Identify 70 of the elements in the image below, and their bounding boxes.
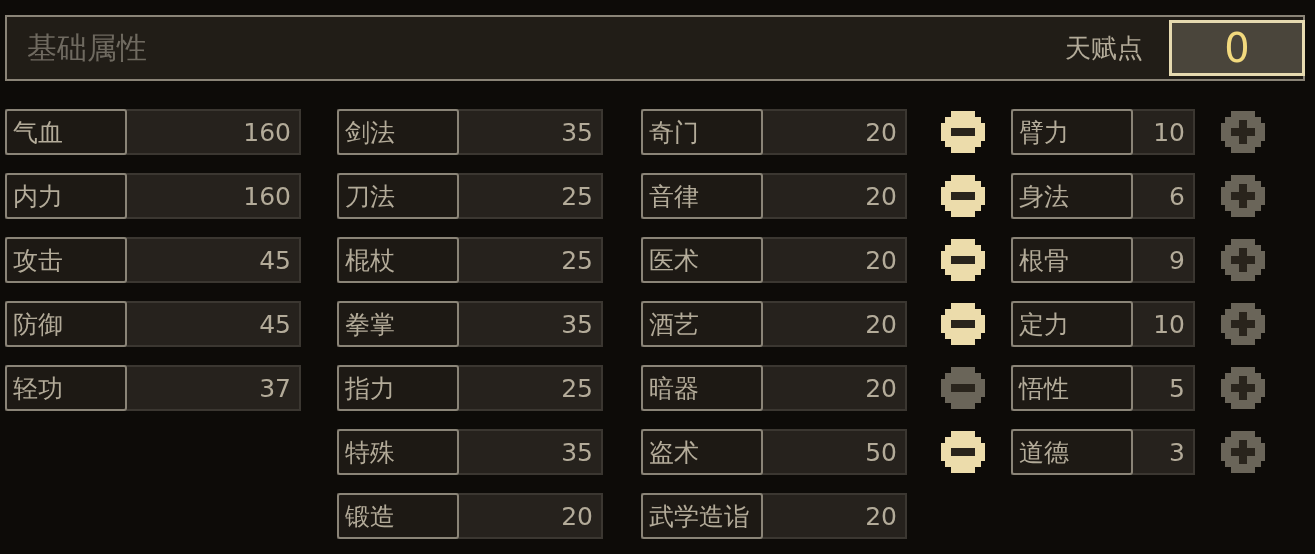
plus-icon <box>1219 429 1267 475</box>
stat-label: 盗术 <box>641 429 763 475</box>
plus-icon <box>1219 365 1267 411</box>
stat-value: 20 <box>864 116 898 149</box>
stat-value: 45 <box>258 308 292 341</box>
stat-value: 20 <box>864 372 898 405</box>
stat-label: 音律 <box>641 173 763 219</box>
minus-icon <box>939 237 987 283</box>
minus-button[interactable] <box>939 429 987 475</box>
stat-value: 5 <box>1168 372 1186 405</box>
stat-label: 酒艺 <box>641 301 763 347</box>
stat-value: 20 <box>560 500 594 533</box>
stat-label: 道德 <box>1011 429 1133 475</box>
stat-value: 20 <box>864 180 898 213</box>
stat-value: 20 <box>864 500 898 533</box>
minus-icon <box>939 173 987 219</box>
stat-label: 拳掌 <box>337 301 459 347</box>
stat-value: 9 <box>1168 244 1186 277</box>
minus-button[interactable] <box>939 301 987 347</box>
stat-label: 锻造 <box>337 493 459 539</box>
minus-button[interactable] <box>939 109 987 155</box>
stat-label: 刀法 <box>337 173 459 219</box>
stat-label: 奇门 <box>641 109 763 155</box>
stat-value: 45 <box>258 244 292 277</box>
stat-value: 160 <box>242 116 292 149</box>
stat-value: 160 <box>242 180 292 213</box>
plus-icon <box>1219 237 1267 283</box>
stat-value: 35 <box>560 116 594 149</box>
stat-value: 25 <box>560 244 594 277</box>
stat-label: 指力 <box>337 365 459 411</box>
minus-icon <box>939 429 987 475</box>
plus-icon <box>1219 301 1267 347</box>
stat-value: 37 <box>258 372 292 405</box>
stat-value: 35 <box>560 308 594 341</box>
stat-value: 10 <box>1152 116 1186 149</box>
stat-label: 特殊 <box>337 429 459 475</box>
minus-icon <box>939 365 987 411</box>
stat-label: 气血 <box>5 109 127 155</box>
stat-label: 悟性 <box>1011 365 1133 411</box>
minus-icon <box>939 109 987 155</box>
panel-title: 基础属性 <box>27 28 148 67</box>
minus-icon <box>939 301 987 347</box>
stat-label: 剑法 <box>337 109 459 155</box>
stat-value: 35 <box>560 436 594 469</box>
stat-value: 25 <box>560 180 594 213</box>
stat-label: 内力 <box>5 173 127 219</box>
stat-value: 20 <box>864 308 898 341</box>
stat-value: 20 <box>864 244 898 277</box>
stat-label: 武学造诣 <box>641 493 763 539</box>
stat-label: 身法 <box>1011 173 1133 219</box>
minus-button[interactable] <box>939 173 987 219</box>
stat-value: 3 <box>1168 436 1186 469</box>
stat-label: 医术 <box>641 237 763 283</box>
plus-icon <box>1219 173 1267 219</box>
stat-label: 臂力 <box>1011 109 1133 155</box>
stat-label: 攻击 <box>5 237 127 283</box>
stat-label: 防御 <box>5 301 127 347</box>
plus-icon <box>1219 109 1267 155</box>
minus-button[interactable] <box>939 237 987 283</box>
stat-value: 10 <box>1152 308 1186 341</box>
stat-label: 根骨 <box>1011 237 1133 283</box>
stat-value: 6 <box>1168 180 1186 213</box>
stat-label: 棍杖 <box>337 237 459 283</box>
points-label: 天赋点 <box>1065 31 1143 65</box>
stat-label: 暗器 <box>641 365 763 411</box>
stat-label: 定力 <box>1011 301 1133 347</box>
stat-value: 50 <box>864 436 898 469</box>
stat-label: 轻功 <box>5 365 127 411</box>
points-value: 0 <box>1169 20 1305 76</box>
stat-value: 25 <box>560 372 594 405</box>
